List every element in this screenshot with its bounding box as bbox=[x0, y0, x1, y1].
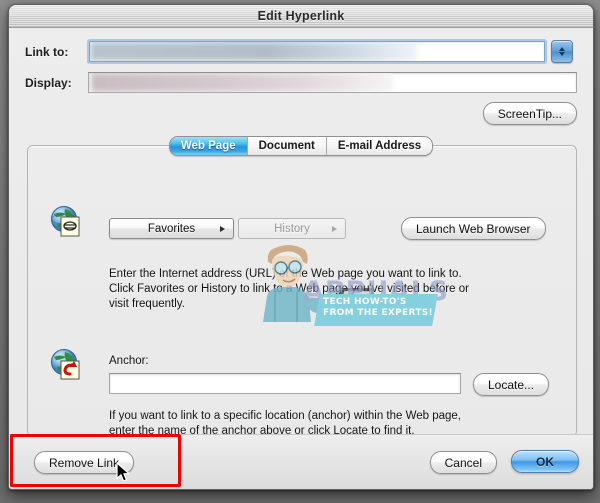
chevron-up-icon bbox=[559, 47, 565, 51]
display-label: Display: bbox=[25, 75, 72, 90]
link-to-popup-button[interactable] bbox=[551, 40, 573, 63]
history-menu-arrow-icon bbox=[332, 225, 337, 232]
display-input[interactable] bbox=[88, 72, 577, 93]
anchor-input[interactable] bbox=[109, 373, 461, 394]
link-to-input[interactable] bbox=[89, 41, 545, 62]
link-to-redacted-value bbox=[90, 42, 417, 61]
history-button[interactable]: History bbox=[238, 218, 346, 239]
globe-page-icon bbox=[49, 204, 83, 238]
link-to-row: Link to: bbox=[25, 40, 577, 63]
display-redacted-value bbox=[91, 73, 394, 92]
chevron-down-icon bbox=[559, 52, 565, 56]
link-to-label: Link to: bbox=[25, 44, 69, 59]
remove-link-button[interactable]: Remove Link bbox=[34, 451, 135, 474]
history-label: History bbox=[274, 222, 310, 235]
tab-web-page[interactable]: Web Page bbox=[169, 137, 248, 155]
anchor-label: Anchor: bbox=[109, 355, 149, 367]
cancel-button[interactable]: Cancel bbox=[429, 451, 497, 474]
locate-button[interactable]: Locate... bbox=[473, 373, 550, 396]
display-row: Display: bbox=[25, 72, 577, 93]
ok-button[interactable]: OK bbox=[511, 450, 579, 473]
edit-hyperlink-dialog: Edit Hyperlink Link to: Display: ScreenT… bbox=[8, 4, 594, 490]
tab-email-address[interactable]: E-mail Address bbox=[326, 137, 433, 155]
launch-web-browser-button[interactable]: Launch Web Browser bbox=[401, 217, 546, 240]
tab-document[interactable]: Document bbox=[247, 137, 327, 155]
screen-background: Edit Hyperlink Link to: Display: ScreenT… bbox=[0, 0, 600, 503]
dialog-footer: Remove Link Cancel OK bbox=[9, 434, 593, 489]
favorites-menu-arrow-icon bbox=[220, 225, 225, 232]
tab-bar: Web Page Document E-mail Address bbox=[9, 136, 593, 156]
tab-group: Web Page Document E-mail Address bbox=[168, 136, 434, 156]
globe-anchor-icon bbox=[49, 347, 83, 381]
dialog-title: Edit Hyperlink bbox=[257, 9, 345, 23]
url-help-text: Enter the Internet address (URL) of the … bbox=[109, 268, 469, 310]
dialog-titlebar: Edit Hyperlink bbox=[9, 5, 593, 28]
favorites-label: Favorites bbox=[147, 222, 196, 235]
screentip-button[interactable]: ScreenTip... bbox=[482, 102, 577, 125]
favorites-button[interactable]: Favorites bbox=[109, 218, 234, 239]
dialog-body: Link to: Display: ScreenTip... Web Page … bbox=[9, 28, 593, 489]
